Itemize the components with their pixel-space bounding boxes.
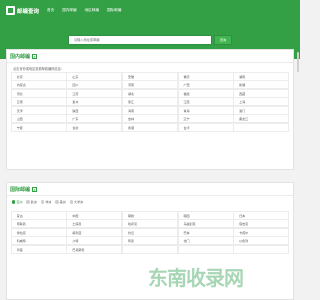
top-nav-bar: 邮编查询 首页 国内邮编 地区邮编 国际邮编 xyxy=(0,0,300,21)
international-postcode-card: 国际邮编 # 亚洲 欧洲 非洲 美洲 大洋洲 蒙古 中国 朝鲜 韩国 日本 阿联酋 土库曼 哈萨克 乌兹… xyxy=(6,182,294,300)
radio-dot-icon xyxy=(69,200,74,204)
radio-dot-icon xyxy=(12,200,16,204)
search-button[interactable]: 查询 xyxy=(214,35,232,45)
domestic-intro-text: 点击省份或地区查看邮政编码信息： xyxy=(13,67,64,71)
international-card-header: 国际邮编 # xyxy=(7,183,293,196)
logo-text: 邮编查询 xyxy=(17,8,40,15)
radio-dot-icon xyxy=(26,200,30,204)
tab-continent[interactable]: 大洋洲 xyxy=(69,200,84,204)
tab-continent[interactable]: 非洲 xyxy=(40,200,52,204)
country-link[interactable]: 巴基斯坦 xyxy=(66,244,123,254)
tab-label: 大洋洲 xyxy=(74,200,84,204)
tab-continent[interactable]: 欧洲 xyxy=(26,200,37,204)
province-link[interactable]: 香港 xyxy=(121,122,179,132)
country-link[interactable] xyxy=(121,244,179,254)
hash-icon: # xyxy=(32,186,38,192)
scrollbar[interactable] xyxy=(297,52,299,72)
province-link[interactable]: 宁夏 xyxy=(10,122,67,132)
nav-item-domestic[interactable]: 国内邮编 xyxy=(62,8,76,13)
country-grid: 蒙古 中国 朝鲜 韩国 日本 阿联酋 土库曼 哈萨克 乌兹别克 塔吉克 伊拉克 叙利亚 约旦 巴林 卡塔尔科… xyxy=(10,210,290,254)
radio-dot-icon xyxy=(40,200,45,204)
tab-label: 美洲 xyxy=(59,200,66,204)
domestic-postcode-card: 国内邮编 # 点击省份或地区查看邮政编码信息： 北京 山东 安徽 重庆 湖南 内蒙古 四川河… xyxy=(6,49,294,170)
province-link[interactable]: 甘肃 xyxy=(66,122,123,132)
search-input[interactable] xyxy=(68,35,212,45)
continent-tabs: 亚洲 欧洲 非洲 美洲 大洋洲 xyxy=(7,196,293,206)
tab-continent[interactable]: 美洲 xyxy=(55,200,66,204)
hash-icon: # xyxy=(32,53,38,59)
country-link[interactable]: 印度 xyxy=(10,244,67,254)
nav-item-international[interactable]: 国际邮编 xyxy=(107,8,121,13)
tab-label: 亚洲 xyxy=(16,200,23,204)
logo-icon xyxy=(6,6,15,15)
country-link[interactable] xyxy=(233,244,290,254)
nav-item-home[interactable]: 首页 xyxy=(47,8,54,13)
radio-dot-icon xyxy=(55,200,59,204)
tab-continent[interactable]: 亚洲 xyxy=(12,200,22,204)
domestic-card-title: 国内邮编 xyxy=(10,53,31,60)
domestic-card-header: 国内邮编 # xyxy=(7,50,293,63)
province-link[interactable] xyxy=(233,122,290,132)
nav-item-region[interactable]: 地区邮编 xyxy=(85,8,99,13)
tab-label: 非洲 xyxy=(45,200,52,204)
country-link[interactable] xyxy=(177,244,234,254)
international-card-title: 国际邮编 xyxy=(10,186,31,193)
site-logo[interactable]: 邮编查询 xyxy=(6,6,39,15)
province-grid: 北京 山东 安徽 重庆 湖南 内蒙古 四川 河南 广西 新疆 河北 江苏 湖北 福建 西藏 云南 贵州 浙江 江西上… xyxy=(7,71,293,136)
province-link[interactable]: 台湾 xyxy=(177,122,234,132)
tab-label: 欧洲 xyxy=(30,200,37,204)
